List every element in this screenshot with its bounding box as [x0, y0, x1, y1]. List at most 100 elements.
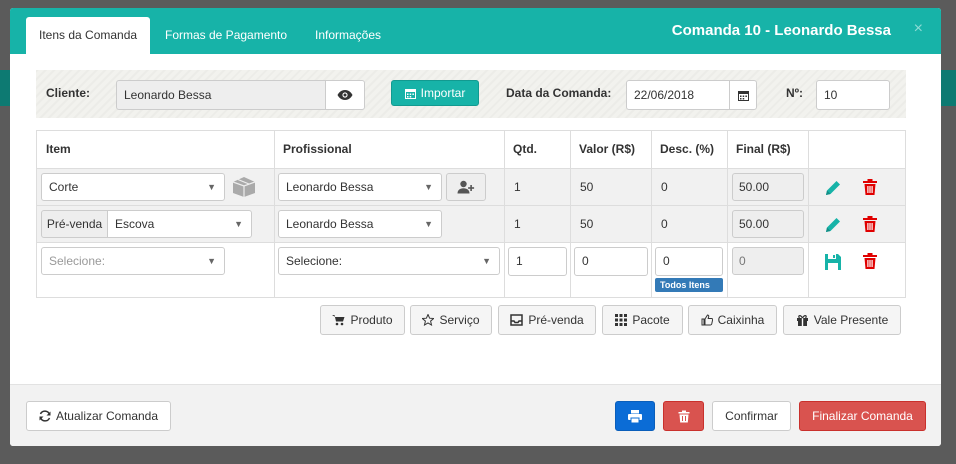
- client-bar: Cliente: Leonardo Bessa Importar Data da…: [36, 70, 906, 118]
- qtd-value: 1: [514, 180, 521, 194]
- final-value: 50.00: [732, 173, 804, 201]
- pre-venda-tag: Pré-venda: [41, 210, 108, 238]
- refresh-icon: [39, 410, 51, 422]
- professional-select-value: Leonardo Bessa: [286, 180, 374, 194]
- qtd-value: 1: [514, 217, 521, 231]
- divider: [808, 131, 809, 297]
- comanda-modal: Itens da Comanda Formas de Pagamento Inf…: [10, 8, 941, 446]
- background-page-strip-left: [0, 70, 10, 106]
- add-produto-button[interactable]: Produto: [320, 305, 405, 335]
- eye-icon: [337, 90, 353, 100]
- divider: [37, 168, 905, 169]
- desc-value: 0: [661, 217, 668, 231]
- tab-itens-da-comanda[interactable]: Itens da Comanda: [26, 17, 151, 54]
- professional-select-value: Leonardo Bessa: [286, 217, 374, 231]
- pencil-icon[interactable]: [824, 179, 842, 197]
- calendar-icon: [404, 88, 416, 99]
- view-client-button[interactable]: [325, 80, 365, 110]
- add-servico-button[interactable]: Serviço: [410, 305, 492, 335]
- chevron-down-icon: ▼: [424, 219, 433, 229]
- modal-title: Comanda 10 - Leonardo Bessa: [671, 22, 891, 39]
- user-plus-icon: [457, 180, 475, 194]
- new-professional-placeholder: Selecione:: [286, 254, 343, 268]
- atualizar-comanda-label: Atualizar Comanda: [55, 409, 159, 423]
- add-produto-label: Produto: [350, 313, 393, 327]
- item-select[interactable]: Corte ▼: [41, 173, 225, 201]
- pencil-icon[interactable]: [824, 216, 842, 234]
- header-item: Item: [46, 142, 71, 156]
- finalizar-comanda-button[interactable]: Finalizar Comanda: [799, 401, 926, 431]
- add-caixinha-button[interactable]: Caixinha: [688, 305, 777, 335]
- tab-informacoes[interactable]: Informações: [302, 17, 394, 54]
- add-pacote-button[interactable]: Pacote: [602, 305, 683, 335]
- item-select-value: Corte: [49, 180, 79, 194]
- delete-comanda-button[interactable]: [663, 401, 704, 431]
- add-pre-venda-label: Pré-venda: [528, 313, 584, 327]
- modal-header: Itens da Comanda Formas de Pagamento Inf…: [10, 8, 941, 54]
- date-picker-button[interactable]: [729, 80, 757, 110]
- confirmar-button[interactable]: Confirmar: [712, 401, 791, 431]
- gift-icon: [796, 315, 808, 326]
- new-professional-select[interactable]: Selecione: ▼: [278, 247, 500, 275]
- close-icon[interactable]: ×: [914, 20, 923, 38]
- header-valor: Valor (R$): [579, 142, 636, 156]
- valor-value: 50: [580, 180, 594, 194]
- import-button[interactable]: Importar: [391, 80, 479, 106]
- print-icon: [628, 409, 642, 423]
- new-final-value: 0: [732, 247, 804, 275]
- item-select-value: Escova: [115, 217, 155, 231]
- header-qtd: Qtd.: [513, 142, 537, 156]
- chevron-down-icon: ▼: [207, 256, 216, 266]
- pre-venda-tag-label: Pré-venda: [46, 217, 103, 231]
- number-field[interactable]: 10: [816, 80, 890, 110]
- trash-icon[interactable]: [861, 178, 879, 196]
- desc-value: 0: [661, 180, 668, 194]
- header-profissional: Profissional: [283, 142, 352, 156]
- add-vale-presente-button[interactable]: Vale Presente: [783, 305, 901, 335]
- add-vale-presente-label: Vale Presente: [813, 313, 889, 327]
- tab-formas-de-pagamento[interactable]: Formas de Pagamento: [152, 17, 300, 54]
- trash-icon[interactable]: [861, 252, 879, 270]
- trash-icon[interactable]: [861, 215, 879, 233]
- package-icon: [232, 177, 256, 197]
- print-button[interactable]: [615, 401, 655, 431]
- add-pacote-label: Pacote: [632, 313, 670, 327]
- trash-icon: [678, 410, 689, 422]
- client-name-field[interactable]: Leonardo Bessa: [116, 80, 327, 110]
- add-professional-button[interactable]: [446, 173, 486, 201]
- star-icon: [422, 314, 435, 326]
- save-icon[interactable]: [824, 253, 842, 271]
- thumbs-up-icon: [701, 314, 713, 326]
- confirmar-label: Confirmar: [725, 409, 778, 423]
- new-desc-input[interactable]: 0: [655, 247, 723, 276]
- atualizar-comanda-button[interactable]: Atualizar Comanda: [26, 401, 171, 431]
- modal-footer: Atualizar Comanda Confirmar Finalizar Co…: [10, 384, 941, 446]
- inbox-icon: [510, 314, 524, 326]
- new-item-placeholder: Selecione:: [49, 254, 106, 268]
- item-select[interactable]: Escova ▼: [107, 210, 252, 238]
- professional-select[interactable]: Leonardo Bessa ▼: [278, 173, 442, 201]
- calendar-icon: [737, 90, 749, 101]
- finalizar-comanda-label: Finalizar Comanda: [812, 409, 913, 423]
- divider: [37, 205, 905, 206]
- header-desc: Desc. (%): [660, 142, 715, 156]
- divider: [37, 242, 905, 243]
- todos-itens-button[interactable]: Todos Itens: [655, 278, 723, 292]
- items-table: Item Profissional Qtd. Valor (R$) Desc. …: [36, 130, 906, 298]
- grid-icon: [615, 314, 628, 326]
- new-item-select[interactable]: Selecione: ▼: [41, 247, 225, 275]
- add-servico-label: Serviço: [439, 313, 480, 327]
- new-valor-input[interactable]: 0: [574, 247, 648, 276]
- chevron-down-icon: ▼: [234, 219, 243, 229]
- chevron-down-icon: ▼: [207, 182, 216, 192]
- final-value: 50.00: [732, 210, 804, 238]
- date-field[interactable]: 22/06/2018: [626, 80, 731, 110]
- date-label: Data da Comanda:: [506, 86, 612, 100]
- import-button-label: Importar: [420, 86, 466, 100]
- new-qtd-input[interactable]: 1: [508, 247, 567, 276]
- header-final: Final (R$): [736, 142, 791, 156]
- professional-select[interactable]: Leonardo Bessa ▼: [278, 210, 442, 238]
- add-caixinha-label: Caixinha: [717, 313, 765, 327]
- chevron-down-icon: ▼: [424, 182, 433, 192]
- add-pre-venda-button[interactable]: Pré-venda: [498, 305, 596, 335]
